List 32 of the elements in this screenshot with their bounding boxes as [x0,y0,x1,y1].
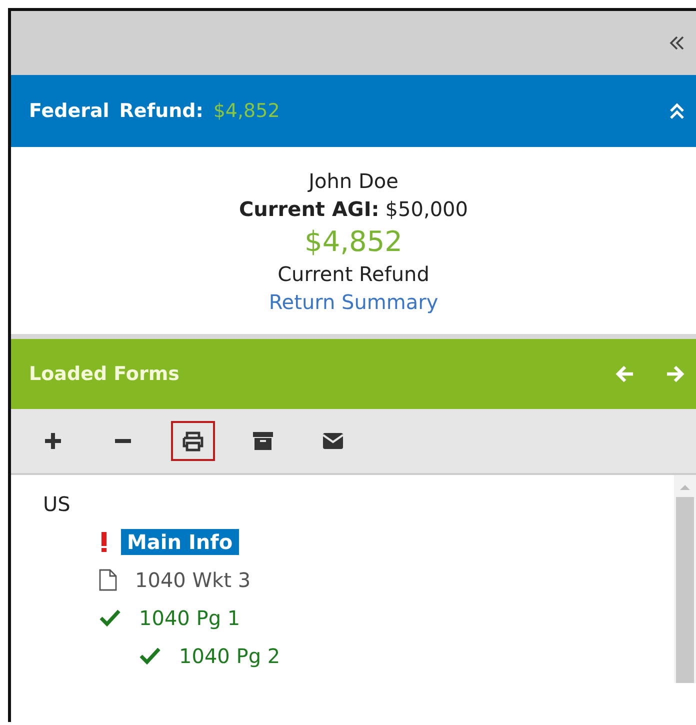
document-icon [99,569,117,591]
plus-icon [42,430,64,452]
archive-box-icon [251,430,275,452]
arrow-left-icon [614,363,636,385]
refund-label: Refund: [119,100,204,122]
checkmark-icon [139,646,161,666]
agi-value: $50,000 [385,197,468,221]
exclamation-icon [99,531,109,553]
printer-icon [181,430,205,452]
arrow-right-icon [664,363,686,385]
tree-item[interactable]: 1040 Pg 1 [133,605,246,631]
collapse-section-button[interactable] [668,102,686,120]
print-button[interactable] [171,421,215,461]
double-chevron-left-icon [668,34,686,52]
taxpayer-name: John Doe [308,169,398,193]
refund-caption: Current Refund [278,262,430,286]
refund-amount: $4,852 [304,225,402,258]
return-summary-link[interactable]: Return Summary [268,290,438,314]
refund-amount: $4,852 [213,100,280,122]
loaded-forms-title: Loaded Forms [29,363,180,385]
tree-item[interactable]: US [43,491,76,517]
tree-item[interactable]: 1040 Pg 2 [173,643,286,669]
envelope-icon [321,430,345,452]
federal-label: Federal [29,100,110,122]
tree-item[interactable]: 1040 Wkt 3 [129,567,257,593]
checkmark-icon [99,608,121,628]
scrollbar[interactable] [674,475,696,683]
agi-label: Current AGI: [238,197,380,221]
minus-icon [115,439,131,443]
collapse-panel-button[interactable] [668,34,686,52]
double-chevron-up-icon [668,102,686,120]
tree-item[interactable]: Main Info [121,529,239,555]
